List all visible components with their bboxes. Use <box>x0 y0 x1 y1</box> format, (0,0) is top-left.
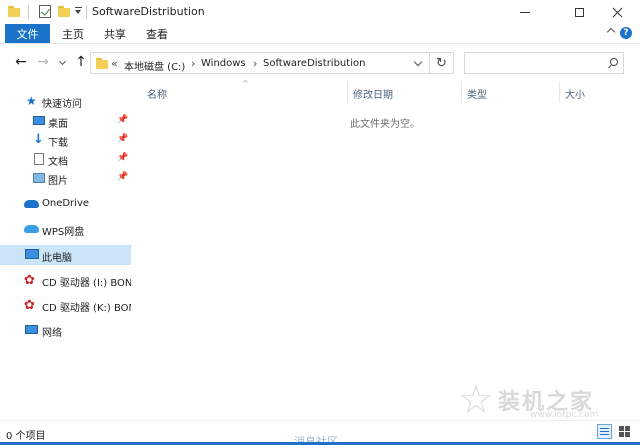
sidebar-item-documents[interactable]: 文档 📌 <box>0 149 131 169</box>
breadcrumb-overflow[interactable]: « <box>111 57 118 70</box>
navigation-bar: ← → ↑ « 本地磁盘 (C:) › Windows › SoftwareDi… <box>0 44 640 80</box>
qa-separator <box>28 5 29 19</box>
pin-icon[interactable]: 📌 <box>117 172 128 182</box>
search-icon <box>610 58 618 66</box>
minimize-button[interactable] <box>502 0 548 24</box>
title-separator <box>86 5 87 19</box>
sidebar-item-label: WPS网盘 <box>42 227 85 238</box>
cloud-drive-icon <box>24 225 39 233</box>
search-input[interactable] <box>464 52 624 74</box>
forward-arrow-icon[interactable]: → <box>36 54 50 70</box>
details-view-icon[interactable] <box>597 424 612 439</box>
folder-icon[interactable] <box>8 6 20 18</box>
tab-home[interactable]: 主页 <box>62 24 84 43</box>
column-header-size[interactable]: 大小 <box>565 86 585 101</box>
refresh-button[interactable]: ↻ <box>430 52 454 74</box>
close-button[interactable] <box>594 0 640 24</box>
cd-drive-icon: ✿ <box>24 273 35 288</box>
computer-icon <box>25 249 39 259</box>
expand-ribbon-icon[interactable] <box>606 27 616 37</box>
address-dropdown-icon[interactable] <box>413 57 423 67</box>
sidebar-item-desktop[interactable]: 桌面 📌 <box>0 111 131 131</box>
properties-icon[interactable] <box>39 5 51 18</box>
column-divider[interactable] <box>347 82 348 102</box>
sidebar-item-quick-access[interactable]: ★ 快速访问 <box>0 91 131 111</box>
breadcrumb-windows[interactable]: Windows <box>201 58 246 69</box>
sidebar-item-label: CD 驱动器 (K:) BON <box>42 303 131 314</box>
sidebar-item-label: 文档 <box>48 157 68 168</box>
ribbon-tabs: 文件 主页 共享 查看 ? <box>0 24 640 43</box>
address-bar[interactable]: « 本地磁盘 (C:) › Windows › SoftwareDistribu… <box>90 52 430 74</box>
column-header-type[interactable]: 类型 <box>467 86 487 101</box>
download-icon: ↓ <box>33 132 44 147</box>
refresh-icon: ↻ <box>436 55 447 71</box>
column-divider[interactable] <box>461 82 462 102</box>
sidebar-item-network[interactable]: 网络 <box>0 320 131 340</box>
sidebar-item-pictures[interactable]: 图片 📌 <box>0 168 131 188</box>
new-folder-icon[interactable] <box>58 6 70 18</box>
back-arrow-icon[interactable]: ← <box>14 54 28 70</box>
column-header-date[interactable]: 修改日期 <box>353 86 393 101</box>
sidebar-item-label: 此电脑 <box>42 253 72 264</box>
recent-locations-chevron-icon[interactable] <box>58 57 67 66</box>
watermark-logo: ☆ 装机之家 www.lotpc.com <box>458 380 640 424</box>
watermark-url: www.lotpc.com <box>530 410 599 420</box>
empty-folder-message: 此文件夹为空。 <box>350 119 420 130</box>
maximize-icon <box>574 7 584 17</box>
tab-share[interactable]: 共享 <box>104 24 126 43</box>
navigation-pane: ★ 快速访问 桌面 📌 ↓ 下载 📌 文档 📌 图片 📌 OneDrive WP… <box>0 80 131 420</box>
help-icon[interactable]: ? <box>620 27 632 39</box>
sidebar-item-label: CD 驱动器 (I:) BONJ <box>42 278 131 289</box>
window-title: SoftwareDistribution <box>92 5 205 18</box>
picture-icon <box>33 173 45 183</box>
title-bar: SoftwareDistribution <box>0 0 640 24</box>
pin-icon[interactable]: 📌 <box>117 134 128 144</box>
tab-view[interactable]: 查看 <box>146 24 168 43</box>
pin-icon[interactable]: 📌 <box>117 115 128 125</box>
sidebar-item-onedrive[interactable]: OneDrive <box>0 194 131 214</box>
sidebar-item-label: 快速访问 <box>42 99 82 110</box>
up-arrow-icon[interactable]: ↑ <box>74 54 88 70</box>
file-list[interactable]: ^ 名称 修改日期 类型 大小 此文件夹为空。 <box>131 79 640 420</box>
breadcrumb-local-disk[interactable]: 本地磁盘 (C:) <box>124 58 185 73</box>
tab-file[interactable]: 文件 <box>5 24 50 43</box>
sidebar-item-label: 图片 <box>48 176 68 187</box>
large-icons-view-icon[interactable] <box>617 424 632 439</box>
sidebar-item-label: 网络 <box>42 328 62 339</box>
breadcrumb-softwaredistribution[interactable]: SoftwareDistribution <box>263 58 365 69</box>
sidebar-item-downloads[interactable]: ↓ 下载 📌 <box>0 130 131 150</box>
sidebar-item-label: 桌面 <box>48 119 68 130</box>
column-header-name[interactable]: 名称 <box>147 86 167 101</box>
column-divider[interactable] <box>559 82 560 102</box>
customize-toolbar-icon[interactable] <box>75 7 82 16</box>
close-icon <box>612 7 623 18</box>
breadcrumb-separator[interactable]: › <box>191 57 195 70</box>
sidebar-item-cd-drive-k[interactable]: ✿ CD 驱动器 (K:) BON <box>0 295 131 315</box>
star-icon: ★ <box>26 94 37 108</box>
sort-up-icon: ^ <box>242 79 249 88</box>
pin-icon[interactable]: 📌 <box>117 153 128 163</box>
sidebar-item-wps[interactable]: WPS网盘 <box>0 219 131 239</box>
breadcrumb-separator[interactable]: › <box>253 57 257 70</box>
desktop-icon <box>33 116 45 125</box>
minimize-icon <box>520 11 530 13</box>
document-icon <box>34 153 44 165</box>
network-icon <box>25 325 38 334</box>
cloud-icon <box>24 200 39 208</box>
cd-drive-icon: ✿ <box>24 298 35 313</box>
sidebar-item-label: 下载 <box>48 138 68 149</box>
sidebar-item-cd-drive-i[interactable]: ✿ CD 驱动器 (I:) BONJ <box>0 270 131 290</box>
star-logo-icon: ☆ <box>458 377 494 423</box>
sidebar-item-label: OneDrive <box>42 198 90 209</box>
item-count: 0 个项目 <box>6 431 46 442</box>
sidebar-item-this-pc[interactable]: 此电脑 <box>0 245 131 265</box>
